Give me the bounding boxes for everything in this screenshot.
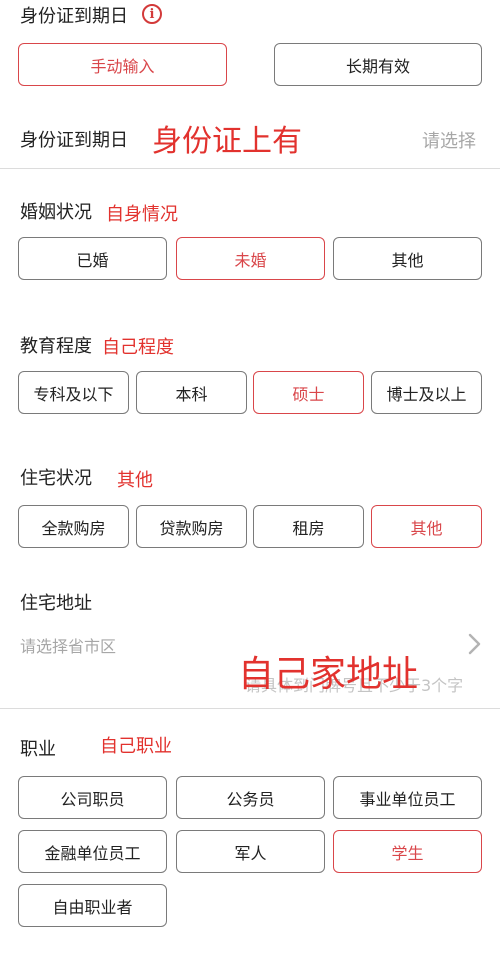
option-finance-staff[interactable]: 金融单位员工 [18, 830, 167, 873]
option-freelancer[interactable]: 自由职业者 [18, 884, 167, 927]
chevron-right-icon[interactable] [466, 632, 484, 656]
address-annotation: 自己家地址 [238, 654, 419, 695]
id-expiry-picker[interactable]: 请选择 [422, 127, 476, 153]
option-student[interactable]: 学生 [333, 830, 482, 873]
occupation-label: 职业 [20, 739, 56, 760]
option-unmarried[interactable]: 未婚 [176, 237, 325, 280]
housing-annotation: 其他 [117, 470, 153, 491]
marital-annotation: 自身情况 [106, 204, 178, 225]
option-long-term[interactable]: 长期有效 [274, 43, 482, 86]
option-company-staff[interactable]: 公司职员 [18, 776, 167, 819]
occupation-annotation: 自己职业 [100, 736, 172, 757]
option-doctor[interactable]: 博士及以上 [371, 371, 482, 414]
option-manual-input[interactable]: 手动输入 [18, 43, 227, 86]
marital-label: 婚姻状况 [20, 202, 92, 223]
divider [0, 708, 500, 709]
address-label: 住宅地址 [20, 593, 92, 614]
id-expiry-label: 身份证到期日 [20, 130, 128, 151]
education-label: 教育程度 [20, 336, 92, 357]
option-master[interactable]: 硕士 [253, 371, 364, 414]
id-expiry-title: 身份证到期日 [20, 6, 128, 27]
option-full-payment[interactable]: 全款购房 [18, 505, 129, 548]
option-marital-other[interactable]: 其他 [333, 237, 482, 280]
option-housing-other[interactable]: 其他 [371, 505, 482, 548]
option-public-institution[interactable]: 事业单位员工 [333, 776, 482, 819]
option-rent[interactable]: 租房 [253, 505, 364, 548]
education-annotation: 自己程度 [102, 337, 174, 358]
housing-label: 住宅状况 [20, 468, 92, 489]
region-picker[interactable]: 请选择省市区 [20, 633, 116, 657]
option-junior-college[interactable]: 专科及以下 [18, 371, 129, 414]
option-civil-servant[interactable]: 公务员 [176, 776, 325, 819]
info-icon[interactable]: i [142, 4, 162, 24]
id-expiry-annotation: 身份证上有 [152, 124, 302, 159]
option-bachelor[interactable]: 本科 [136, 371, 247, 414]
option-mortgage[interactable]: 贷款购房 [136, 505, 247, 548]
option-soldier[interactable]: 军人 [176, 830, 325, 873]
divider [0, 168, 500, 169]
option-married[interactable]: 已婚 [18, 237, 167, 280]
